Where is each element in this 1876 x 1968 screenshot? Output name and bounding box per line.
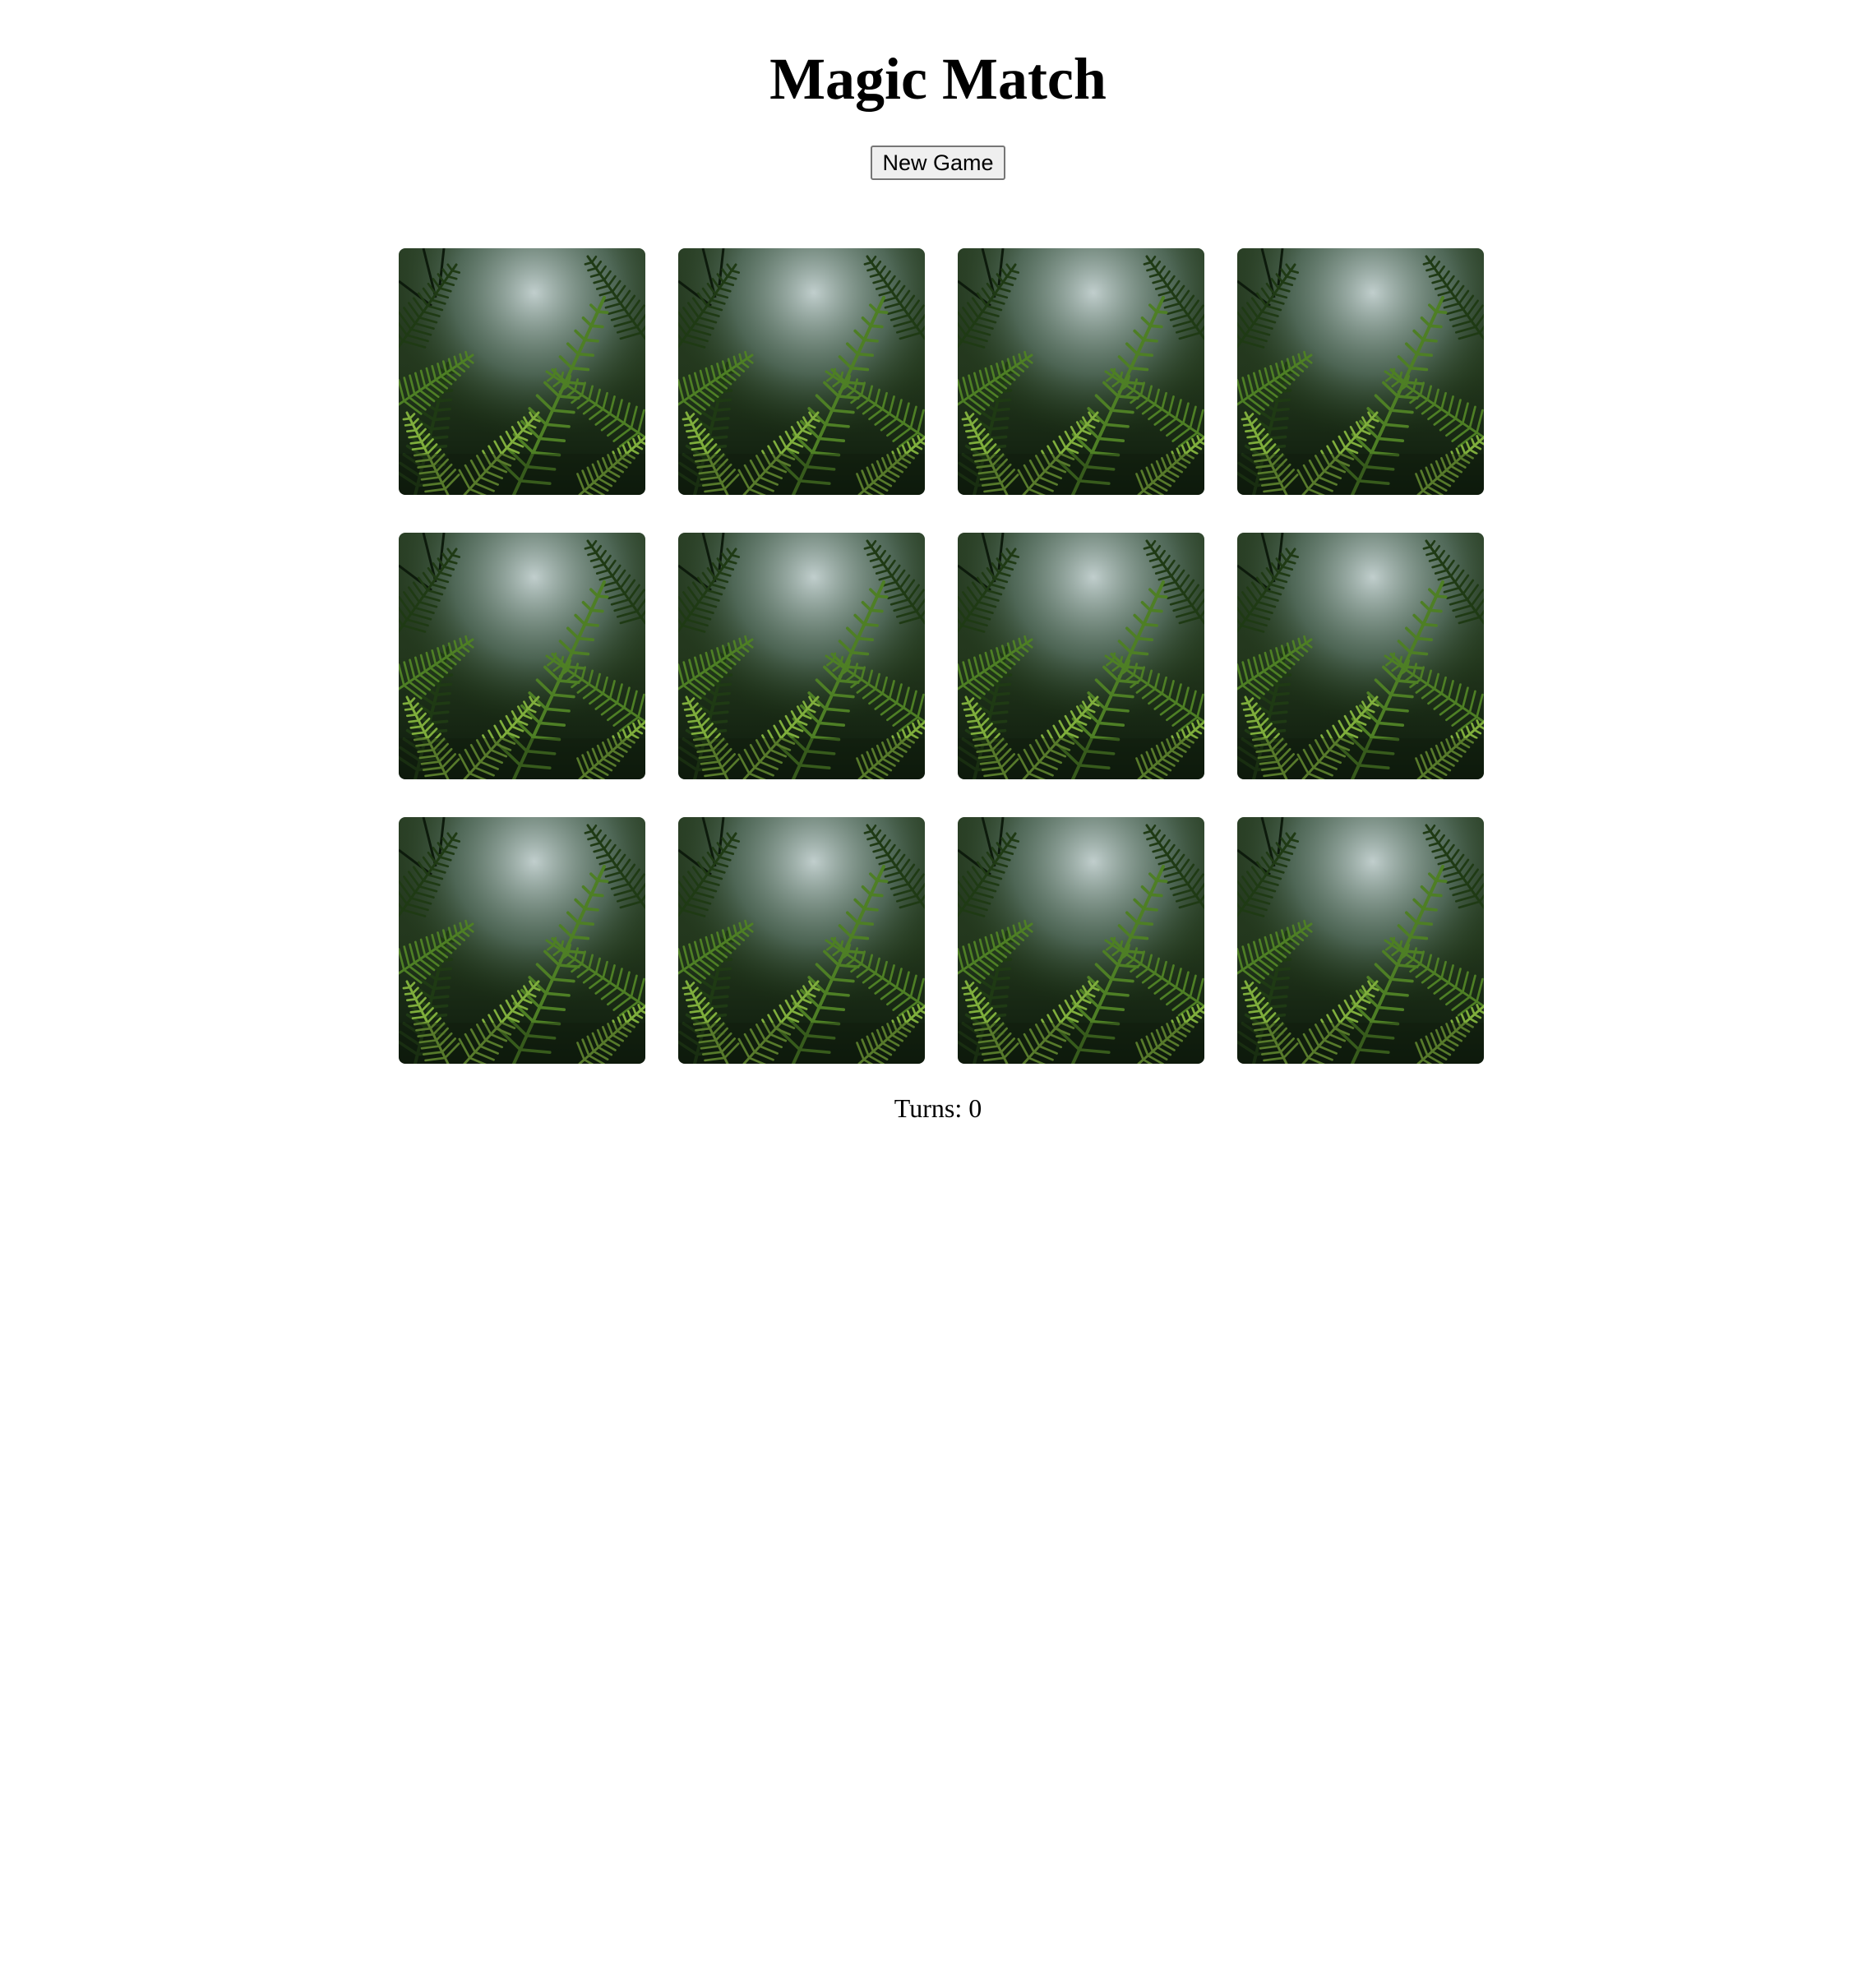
card-back-image [399,533,645,779]
memory-card[interactable] [399,817,645,1064]
card-back-image [399,248,645,495]
memory-card[interactable] [958,248,1204,495]
card-back-image [678,533,925,779]
card-back-image [678,248,925,495]
memory-card[interactable] [958,533,1204,779]
memory-card[interactable] [678,817,925,1064]
card-back-image [399,817,645,1064]
turns-counter: Turns: 0 [0,1092,1876,1125]
memory-card[interactable] [399,533,645,779]
card-back-image [1237,248,1484,495]
card-back-image [678,817,925,1064]
memory-card[interactable] [678,248,925,495]
card-grid [399,248,1484,1064]
card-back-image [958,248,1204,495]
turns-label: Turns: [894,1093,963,1123]
new-game-button[interactable]: New Game [871,146,1005,180]
memory-card[interactable] [1237,248,1484,495]
memory-card[interactable] [1237,533,1484,779]
memory-card[interactable] [678,533,925,779]
card-back-image [1237,817,1484,1064]
card-back-image [1237,533,1484,779]
card-back-image [958,533,1204,779]
memory-card[interactable] [399,248,645,495]
turns-value: 0 [968,1093,982,1123]
memory-card[interactable] [1237,817,1484,1064]
memory-card[interactable] [958,817,1204,1064]
card-back-image [958,817,1204,1064]
page-title: Magic Match [769,46,1107,112]
